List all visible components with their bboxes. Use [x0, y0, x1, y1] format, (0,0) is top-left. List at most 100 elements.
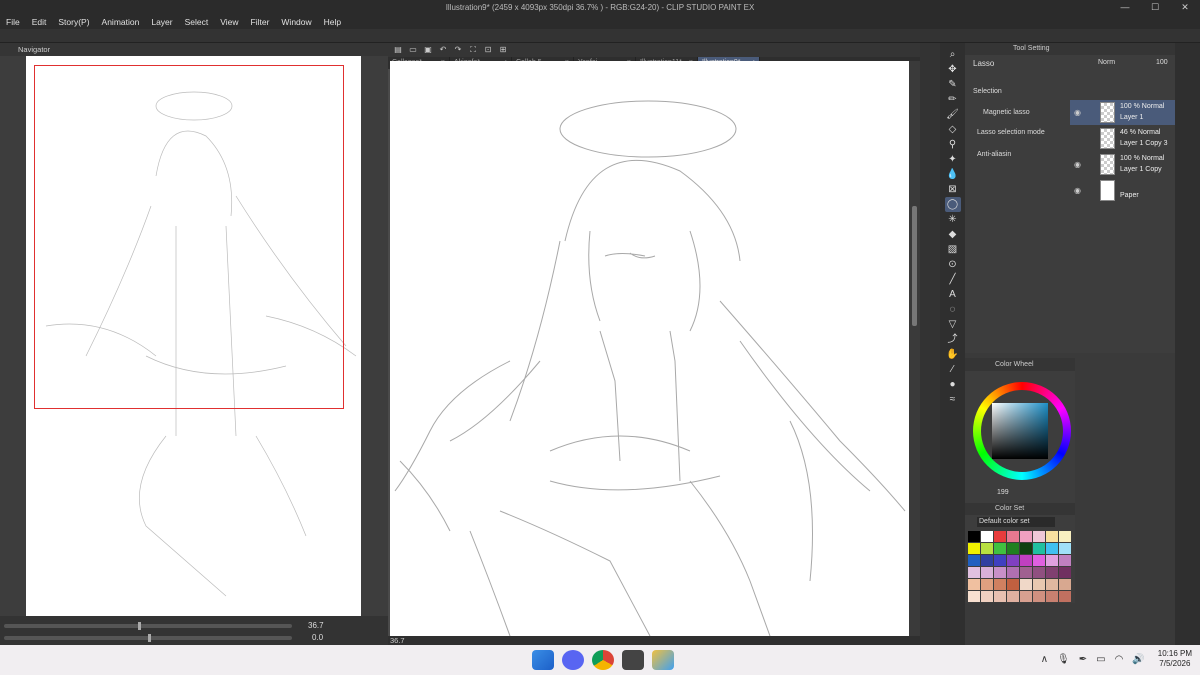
frame-tool-icon[interactable]: ▽ — [945, 317, 961, 332]
menu-animation[interactable]: Animation — [102, 17, 140, 27]
color-set-dropdown[interactable]: Default color set — [977, 517, 1055, 527]
color-swatch[interactable] — [1033, 567, 1045, 578]
canvas-scrollbar[interactable] — [909, 61, 920, 636]
eye-icon[interactable]: ◉ — [1074, 186, 1081, 195]
menu-edit[interactable]: Edit — [32, 17, 47, 27]
color-swatch[interactable] — [994, 591, 1006, 602]
navigator-preview[interactable] — [26, 56, 361, 616]
battery-icon[interactable]: ▭ — [1096, 654, 1105, 665]
steam-icon[interactable] — [622, 650, 644, 670]
color-swatch[interactable] — [968, 531, 980, 542]
clear-selection-icon[interactable]: ⛶ — [467, 45, 479, 55]
color-swatch[interactable] — [1033, 579, 1045, 590]
color-swatch[interactable] — [1046, 567, 1058, 578]
lasso-tool-icon[interactable]: ◯ — [944, 197, 961, 212]
zoom-slider-knob[interactable] — [138, 622, 141, 630]
color-swatch[interactable] — [1059, 579, 1071, 590]
clip-studio-icon[interactable] — [652, 650, 674, 670]
grid-icon[interactable]: ⊞ — [497, 45, 509, 55]
color-swatch[interactable] — [1007, 567, 1019, 578]
start-icon[interactable] — [532, 650, 554, 670]
new-icon[interactable]: ▤ — [392, 45, 404, 55]
color-swatch[interactable] — [968, 579, 980, 590]
color-swatch[interactable] — [1007, 591, 1019, 602]
drawing-canvas[interactable] — [390, 61, 909, 636]
transparent-color-icon[interactable]: ≈ — [945, 392, 961, 407]
color-swatch[interactable] — [981, 567, 993, 578]
color-swatch[interactable] — [1033, 531, 1045, 542]
undo-icon[interactable]: ↶ — [437, 45, 449, 55]
line-tool-icon[interactable]: ╱ — [945, 272, 961, 287]
color-swatch[interactable] — [1020, 567, 1032, 578]
volume-icon[interactable]: 🔊 — [1132, 654, 1144, 665]
eye-icon[interactable]: ◉ — [1074, 108, 1081, 117]
color-swatch[interactable] — [994, 531, 1006, 542]
color-swatch[interactable] — [1059, 591, 1071, 602]
menu-view[interactable]: View — [220, 17, 238, 27]
zoom-tool-icon[interactable]: ⌕ — [945, 47, 961, 62]
menu-select[interactable]: Select — [185, 17, 209, 27]
minimize-button[interactable]: — — [1110, 0, 1140, 15]
redo-icon[interactable]: ↷ — [452, 45, 464, 55]
color-swatch[interactable] — [1059, 555, 1071, 566]
color-swatch[interactable] — [994, 567, 1006, 578]
color-swatch[interactable] — [1033, 591, 1045, 602]
microphone-icon[interactable]: 🎙 — [1057, 654, 1070, 665]
menu-story[interactable]: Story(P) — [58, 17, 89, 27]
chrome-icon[interactable] — [592, 650, 614, 670]
color-swatch[interactable] — [1059, 531, 1071, 542]
blend-mode-select[interactable]: Norm — [1098, 59, 1115, 66]
pen-tool-icon[interactable]: ✎ — [945, 77, 961, 92]
navigator-view-rect[interactable] — [34, 65, 344, 409]
fill-tool-icon[interactable]: ◆ — [945, 227, 961, 242]
menu-filter[interactable]: Filter — [251, 17, 270, 27]
color-swatch[interactable] — [1059, 543, 1071, 554]
decoration-tool-icon[interactable]: ✦ — [945, 152, 961, 167]
menu-help[interactable]: Help — [324, 17, 341, 27]
pencil-tool-icon[interactable]: ✏ — [945, 92, 961, 107]
close-button[interactable]: ✕ — [1170, 0, 1200, 15]
color-swatch[interactable] — [981, 531, 993, 542]
layer-row[interactable]: ◉ 100 % Normal Layer 1 — [1070, 100, 1175, 125]
text-tool-icon[interactable]: A — [945, 287, 961, 302]
color-swatch[interactable] — [1020, 555, 1032, 566]
color-swatch[interactable] — [1007, 579, 1019, 590]
color-swatch[interactable] — [968, 567, 980, 578]
correct-line-tool-icon[interactable]: ⤴ — [945, 332, 961, 347]
color-swatch[interactable] — [981, 543, 993, 554]
color-swatch[interactable] — [1046, 579, 1058, 590]
gradient-tool-icon[interactable]: ▧ — [945, 242, 961, 257]
color-swatch[interactable] — [1020, 531, 1032, 542]
color-swatch[interactable] — [1020, 543, 1032, 554]
blend-tool-icon[interactable]: 💧 — [945, 167, 961, 182]
color-swatch[interactable] — [1033, 555, 1045, 566]
rotation-slider-knob[interactable] — [148, 634, 151, 642]
menu-file[interactable]: File — [6, 17, 20, 27]
color-swatch[interactable] — [1007, 543, 1019, 554]
operation-tool-icon[interactable]: ⊠ — [945, 182, 961, 197]
hand-tool-icon[interactable]: ✋ — [945, 347, 961, 362]
scrollbar-thumb[interactable] — [912, 206, 917, 326]
menu-layer[interactable]: Layer — [151, 17, 172, 27]
menu-window[interactable]: Window — [281, 17, 311, 27]
discord-icon[interactable] — [562, 650, 584, 670]
airbrush-tool-icon[interactable]: ⚲ — [945, 137, 961, 152]
layer-opacity[interactable]: 100 — [1156, 59, 1168, 66]
layer-row[interactable]: ◉ 100 % Normal Layer 1 Copy — [1070, 152, 1175, 177]
eyedropper-tool-icon[interactable]: ⊙ — [945, 257, 961, 272]
transform-icon[interactable]: ⊡ — [482, 45, 494, 55]
color-swatch[interactable] — [994, 579, 1006, 590]
color-swatch[interactable] — [1046, 531, 1058, 542]
color-swatch[interactable] — [1046, 591, 1058, 602]
saturation-value-square[interactable] — [992, 403, 1048, 459]
color-swatch[interactable] — [1059, 567, 1071, 578]
balloon-tool-icon[interactable]: ◌ — [945, 302, 961, 317]
zoom-slider[interactable] — [4, 624, 292, 628]
pen-icon[interactable]: ✒ — [1079, 654, 1087, 665]
clock[interactable]: 10:16 PM 7/5/2026 — [1158, 649, 1192, 669]
color-swatch[interactable] — [981, 579, 993, 590]
color-swatch[interactable] — [1033, 543, 1045, 554]
color-swatch[interactable] — [1020, 579, 1032, 590]
color-swatch[interactable] — [981, 555, 993, 566]
color-picker-icon[interactable]: ⁄ — [945, 362, 961, 377]
